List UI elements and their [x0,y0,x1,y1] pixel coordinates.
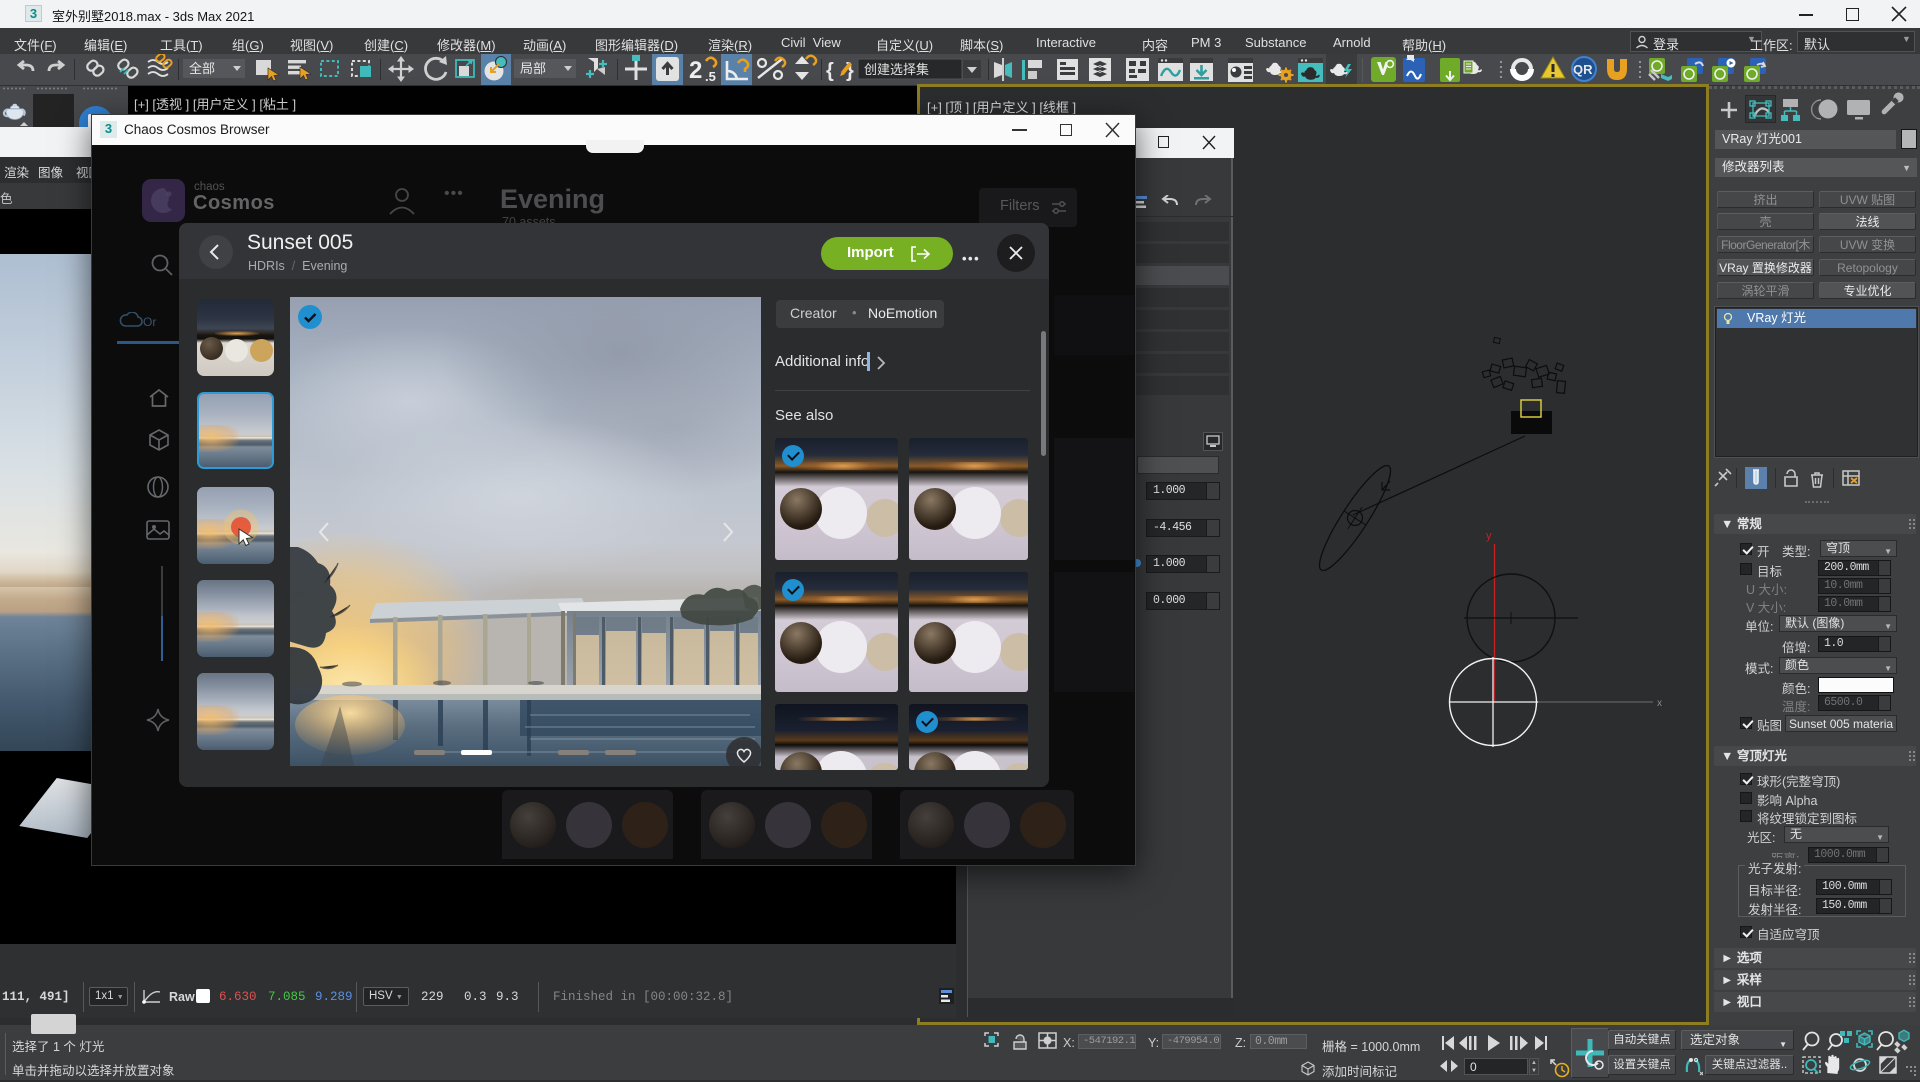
svg-text:创建选择集: 创建选择集 [864,62,929,77]
svg-text:局部: 局部 [520,61,546,76]
svg-text:QR: QR [1573,62,1593,77]
svg-text:Or: Or [143,315,156,329]
svg-text:y: y [1486,530,1492,542]
svg-text:{: { [826,60,834,82]
svg-text:全部: 全部 [189,61,215,76]
svg-text:x: x [1657,698,1662,709]
svg-text:2: 2 [689,57,702,84]
svg-text:.5: .5 [705,69,716,84]
